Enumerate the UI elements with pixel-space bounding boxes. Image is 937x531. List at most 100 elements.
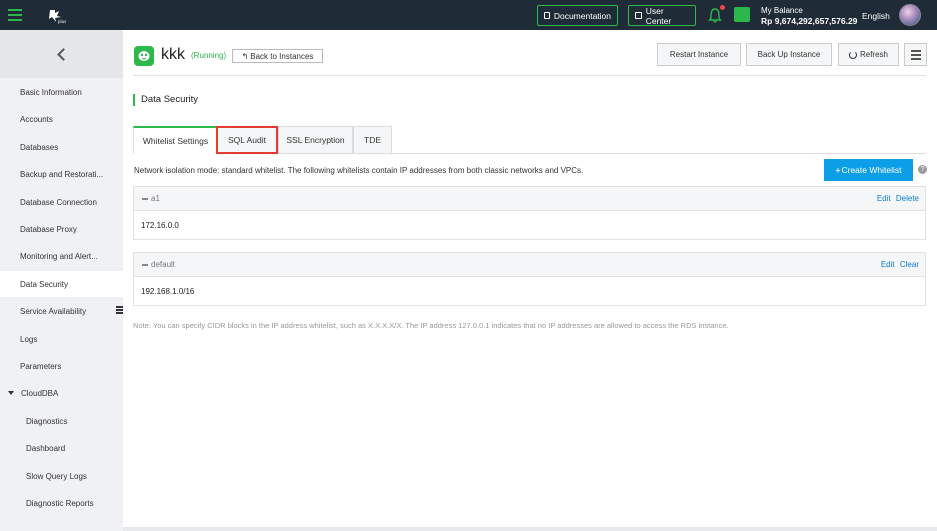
help-icon[interactable]: ? xyxy=(918,165,927,174)
refresh-button[interactable]: Refresh xyxy=(838,43,899,66)
restart-instance-label: Restart Instance xyxy=(669,50,729,59)
create-whitelist-button[interactable]: + Create Whitelist xyxy=(824,159,913,181)
sidebar-item-slow-query-logs[interactable]: Slow Query Logs xyxy=(0,463,123,489)
chevron-left-icon xyxy=(57,47,70,61)
sidebar-item-basic-information[interactable]: Basic Information xyxy=(0,79,123,105)
sidebar-item-label: Diagnostics xyxy=(26,416,68,426)
avatar[interactable] xyxy=(899,4,921,26)
refresh-icon xyxy=(848,50,857,59)
sidebar-item-label: Databases xyxy=(20,142,59,152)
documentation-label: Documentation xyxy=(553,10,611,21)
whitelist-group-actions: Edit Delete xyxy=(874,194,919,203)
sidebar-item-databases[interactable]: Databases xyxy=(0,134,123,160)
sidebar-item-logs[interactable]: Logs xyxy=(0,326,123,352)
language-selector[interactable]: English xyxy=(862,11,890,21)
instance-status: (Running) xyxy=(191,51,227,60)
sidebar-item-label: Monitoring and Alert... xyxy=(20,251,98,261)
sidebar-item-label: Basic Information xyxy=(20,87,82,97)
sidebar-item-data-security[interactable]: Data Security xyxy=(0,271,123,297)
documentation-button[interactable]: Documentation xyxy=(537,5,618,26)
sidebar-item-database-connection[interactable]: Database Connection xyxy=(0,189,123,215)
whitelist-group-actions: Edit Clear xyxy=(878,260,919,269)
caret-down-icon xyxy=(8,391,14,395)
sidebar-item-dashboard[interactable]: Dashboard xyxy=(0,435,123,461)
tab-label: TDE xyxy=(364,135,381,145)
whitelist-group-a1: a1 Edit Delete 172.16.0.0 xyxy=(133,186,926,240)
user-center-label: User Center xyxy=(645,5,672,26)
tab-label: SSL Encryption xyxy=(286,135,345,145)
tab-ssl-encryption[interactable]: SSL Encryption xyxy=(278,126,353,154)
collapse-icon[interactable] xyxy=(142,197,148,200)
sidebar-item-clouddba[interactable]: CloudDBA xyxy=(0,380,123,406)
whitelist-group-ips: 192.168.1.0/16 xyxy=(141,286,195,296)
sidebar-item-label: Diagnostic Reports xyxy=(26,498,94,508)
tab-label: SQL Audit xyxy=(228,135,266,145)
group-name-text: a1 xyxy=(151,194,160,203)
refresh-label: Refresh xyxy=(859,50,888,59)
document-icon xyxy=(544,12,550,19)
whitelist-group-header: a1 Edit Delete xyxy=(134,187,925,211)
sidebar-item-database-proxy[interactable]: Database Proxy xyxy=(0,216,123,242)
sidebar-item-label: Database Connection xyxy=(20,197,97,207)
sidebar-item-parameters[interactable]: Parameters xyxy=(0,353,123,379)
back-up-instance-label: Back Up Instance xyxy=(757,50,821,59)
monitor-icon xyxy=(635,12,642,19)
tab-tde[interactable]: TDE xyxy=(353,126,392,154)
sidebar-item-diagnostic-reports[interactable]: Diagnostic Reports xyxy=(0,490,123,516)
sidebar-item-backup-restoration[interactable]: Backup and Restorati... xyxy=(0,161,123,187)
group-name-text: default xyxy=(151,260,176,269)
tab-sql-audit[interactable]: SQL Audit xyxy=(216,126,278,154)
menu-icon[interactable] xyxy=(8,9,22,21)
sidebar: Basic Information Accounts Databases Bac… xyxy=(0,30,123,531)
whitelist-group-name: default xyxy=(142,260,175,269)
back-to-instances-button[interactable]: ↰ Back to Instances xyxy=(232,49,323,63)
sidebar-item-label: Database Proxy xyxy=(20,224,77,234)
instance-name: kkk xyxy=(161,46,185,63)
balance-display[interactable]: My Balance Rp 9,674,292,657,576.29 xyxy=(761,5,857,27)
sidebar-item-label: Dashboard xyxy=(26,443,66,453)
user-center-button[interactable]: User Center xyxy=(628,5,696,26)
sidebar-item-label: Backup and Restorati... xyxy=(20,169,104,179)
section-title: Data Security xyxy=(133,94,198,106)
list-view-button[interactable] xyxy=(904,43,927,66)
edit-link[interactable]: Edit xyxy=(881,260,895,269)
sidebar-item-label: Slow Query Logs xyxy=(26,471,87,481)
sidebar-back-button[interactable] xyxy=(0,30,123,78)
notification-badge xyxy=(720,5,725,10)
collapse-icon[interactable] xyxy=(142,263,148,266)
back-to-instances-label: Back to Instances xyxy=(250,51,314,61)
edit-link[interactable]: Edit xyxy=(877,194,891,203)
instance-icon xyxy=(134,46,154,66)
tab-label: Whitelist Settings xyxy=(142,135,209,146)
balance-value: Rp 9,674,292,657,576.29 xyxy=(761,16,858,26)
back-arrow-icon: ↰ xyxy=(241,51,249,61)
whitelist-group-ips: 172.16.0.0 xyxy=(141,220,179,230)
restart-instance-button[interactable]: Restart Instance xyxy=(657,43,741,66)
wallet-icon[interactable] xyxy=(734,7,750,22)
sidebar-item-label: Accounts xyxy=(20,114,53,124)
sidebar-item-label: Parameters xyxy=(20,361,62,371)
whitelist-note: Note: You can specify CIDR blocks in the… xyxy=(133,321,729,330)
whitelist-group-default: default Edit Clear 192.168.1.0/16 xyxy=(133,252,926,306)
whitelist-group-header: default Edit Clear xyxy=(134,253,925,277)
sidebar-item-label: Service Availability xyxy=(20,306,87,316)
logo-icon[interactable]: plus xyxy=(47,7,69,24)
plus-icon: + xyxy=(835,165,841,175)
clear-link[interactable]: Clear xyxy=(900,260,919,269)
bottom-scroll-area xyxy=(123,527,937,531)
sidebar-item-label: Logs xyxy=(20,334,38,344)
sidebar-item-label: CloudDBA xyxy=(21,388,59,398)
sidebar-item-service-availability[interactable]: Service Availability xyxy=(0,298,123,324)
tab-whitelist-settings[interactable]: Whitelist Settings xyxy=(133,126,218,154)
whitelist-group-name: a1 xyxy=(142,194,160,203)
top-bar: plus Documentation User Center My Balanc… xyxy=(0,0,937,30)
delete-link[interactable]: Delete xyxy=(896,194,919,203)
database-engine-icon xyxy=(138,51,150,61)
network-isolation-notice: Network isolation mode: standard whiteli… xyxy=(134,166,584,175)
balance-label: My Balance xyxy=(761,6,803,15)
svg-text:plus: plus xyxy=(58,19,66,24)
back-up-instance-button[interactable]: Back Up Instance xyxy=(746,43,832,66)
sidebar-item-accounts[interactable]: Accounts xyxy=(0,106,123,132)
sidebar-item-diagnostics[interactable]: Diagnostics xyxy=(0,408,123,434)
sidebar-item-monitoring-alerts[interactable]: Monitoring and Alert... xyxy=(0,243,123,269)
